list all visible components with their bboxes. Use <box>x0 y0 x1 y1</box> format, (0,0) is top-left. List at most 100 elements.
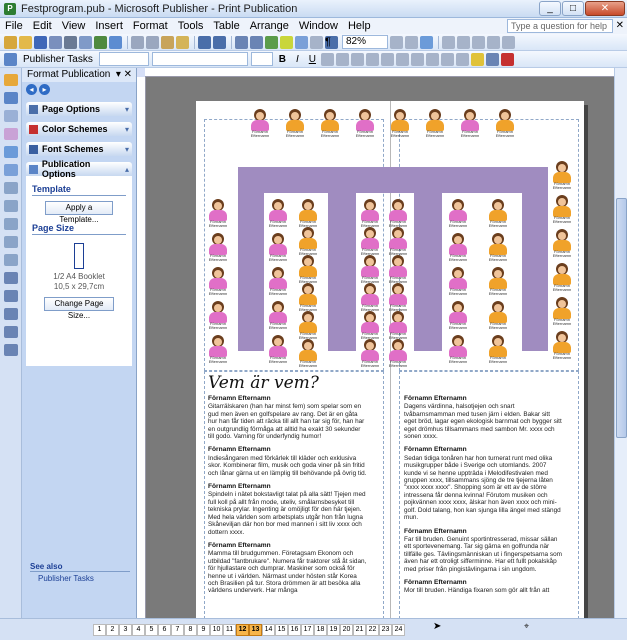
cut-icon[interactable] <box>131 35 144 49</box>
page-button-4[interactable]: 4 <box>132 624 145 636</box>
guest-figure[interactable]: Förnamn Efternamn <box>486 233 510 262</box>
dash-style-icon[interactable] <box>457 35 470 49</box>
help-search-input[interactable]: Type a question for help <box>507 19 613 33</box>
guest-figure[interactable]: Förnamn Efternamn <box>550 195 574 224</box>
page-button-23[interactable]: 23 <box>379 624 392 636</box>
guest-figure[interactable]: Förnamn Efternamn <box>550 229 574 258</box>
guest-figure[interactable]: Förnamn Efternamn <box>358 311 382 340</box>
new-icon[interactable] <box>4 35 17 49</box>
guest-figure[interactable]: Förnamn Efternamn <box>386 311 410 340</box>
bio-column-right[interactable]: Förnamn Efternamn Dagens värdinna, halsot… <box>404 395 564 601</box>
purple-frame-top[interactable] <box>238 167 548 193</box>
section-font-schemes[interactable]: Font Schemes ▾ <box>26 142 132 156</box>
align-center-icon[interactable] <box>335 52 349 66</box>
guest-figure[interactable]: Förnamn Efternamn <box>206 199 230 228</box>
purple-frame-left[interactable] <box>238 167 264 351</box>
text-box-icon[interactable] <box>4 92 18 104</box>
guest-figure[interactable]: Förnamn Efternamn <box>358 255 382 284</box>
publisher-tasks-icon[interactable] <box>4 52 17 66</box>
guest-figure[interactable]: Förnamn Efternamn <box>446 199 470 228</box>
redo-icon[interactable] <box>213 35 226 49</box>
guest-figure[interactable]: Förnamn Efternamn <box>266 199 290 228</box>
vertical-scrollbar[interactable] <box>614 68 627 618</box>
apply-template-button[interactable]: Apply a Template... <box>45 201 113 224</box>
undo-icon[interactable] <box>198 35 211 49</box>
page-button-13[interactable]: 13 <box>249 624 262 636</box>
insert-table-icon[interactable] <box>280 35 293 49</box>
guest-figure[interactable]: Förnamn Efternamn <box>386 199 410 228</box>
format-painter-icon[interactable] <box>176 35 189 49</box>
line-color-icon[interactable] <box>485 52 499 66</box>
menu-tools[interactable]: Tools <box>173 20 209 32</box>
guest-figure[interactable]: Förnamn Efternamn <box>206 267 230 296</box>
guest-figure[interactable]: Förnamn Efternamn <box>358 227 382 256</box>
guest-figure[interactable]: Förnamn Efternamn <box>266 301 290 330</box>
change-page-size-button[interactable]: Change Page Size... <box>44 297 114 320</box>
guest-figure[interactable]: Förnamn Efternamn <box>358 283 382 312</box>
back-icon[interactable]: ◂ <box>26 83 37 95</box>
menu-help[interactable]: Help <box>343 20 376 32</box>
menu-arrange[interactable]: Arrange <box>245 20 294 32</box>
autoshapes-icon[interactable] <box>4 254 18 266</box>
item-library-icon[interactable] <box>4 344 18 356</box>
3d-style-icon[interactable] <box>502 35 515 49</box>
rectangle-tool-icon[interactable] <box>4 236 18 248</box>
guest-figure[interactable]: Förnamn Efternamn <box>206 233 230 262</box>
guest-figure[interactable]: Förnamn Efternamn <box>486 301 510 330</box>
guest-figure[interactable]: Förnamn Efternamn <box>206 335 230 364</box>
numbering-icon[interactable] <box>380 52 394 66</box>
guest-figure[interactable]: Förnamn Efternamn <box>318 109 342 138</box>
menu-view[interactable]: View <box>57 20 91 32</box>
font-size-decrease-icon[interactable] <box>440 52 454 66</box>
open-icon[interactable] <box>19 35 32 49</box>
document-close-icon[interactable]: ✕ <box>616 20 624 31</box>
guest-figure[interactable]: Förnamn Efternamn <box>353 109 377 138</box>
guest-figure[interactable]: Förnamn Efternamn <box>486 267 510 296</box>
send-to-back-icon[interactable] <box>250 35 263 49</box>
page-button-6[interactable]: 6 <box>158 624 171 636</box>
guest-figure[interactable]: Förnamn Efternamn <box>296 199 320 228</box>
guest-figure[interactable]: Förnamn Efternamn <box>486 335 510 364</box>
wordart-icon[interactable] <box>4 128 18 140</box>
guest-figure[interactable]: Förnamn Efternamn <box>296 283 320 312</box>
page-button-12[interactable]: 12 <box>236 624 249 636</box>
guest-figure[interactable]: Förnamn Efternamn <box>266 335 290 364</box>
vertical-ruler[interactable] <box>137 77 146 618</box>
spelling-icon[interactable] <box>94 35 107 49</box>
guest-figure[interactable]: Förnamn Efternamn <box>423 109 447 138</box>
page-button-10[interactable]: 10 <box>210 624 223 636</box>
page-button-22[interactable]: 22 <box>366 624 379 636</box>
font-size-select[interactable] <box>250 52 273 66</box>
guest-figure[interactable]: Förnamn Efternamn <box>283 109 307 138</box>
research-icon[interactable] <box>109 35 122 49</box>
columns-icon[interactable] <box>310 35 323 49</box>
design-gallery-icon[interactable] <box>4 326 18 338</box>
guest-figure[interactable]: Förnamn Efternamn <box>446 233 470 262</box>
menu-table[interactable]: Table <box>208 20 244 32</box>
align-right-icon[interactable] <box>350 52 364 66</box>
page-button-20[interactable]: 20 <box>340 624 353 636</box>
help-icon[interactable] <box>420 35 433 49</box>
publisher-tasks-button[interactable]: Publisher Tasks <box>23 54 93 65</box>
forward-icon[interactable]: ▸ <box>39 83 50 95</box>
guest-figure[interactable]: Förnamn Efternamn <box>296 255 320 284</box>
menu-file[interactable]: File <box>0 20 28 32</box>
print-icon[interactable] <box>64 35 77 49</box>
page-button-21[interactable]: 21 <box>353 624 366 636</box>
guest-figure[interactable]: Förnamn Efternamn <box>446 335 470 364</box>
bio-column-left[interactable]: Förnamn Efternamn Gitarrälskaren (han har… <box>208 395 368 601</box>
guest-figure[interactable]: Förnamn Efternamn <box>493 109 517 138</box>
page-button-16[interactable]: 16 <box>288 624 301 636</box>
oval-tool-icon[interactable] <box>4 218 18 230</box>
decrease-indent-icon[interactable] <box>410 52 424 66</box>
print-preview-icon[interactable] <box>79 35 92 49</box>
bring-to-front-icon[interactable] <box>235 35 248 49</box>
close-button[interactable]: ✕ <box>585 1 625 16</box>
email-icon[interactable] <box>49 35 62 49</box>
guest-figure[interactable]: Förnamn Efternamn <box>248 109 272 138</box>
page-button-3[interactable]: 3 <box>119 624 132 636</box>
font-color-icon[interactable] <box>500 52 514 66</box>
menu-format[interactable]: Format <box>128 20 173 32</box>
section-page-options[interactable]: Page Options ▾ <box>26 102 132 116</box>
guest-figure[interactable]: Förnamn Efternamn <box>386 283 410 312</box>
